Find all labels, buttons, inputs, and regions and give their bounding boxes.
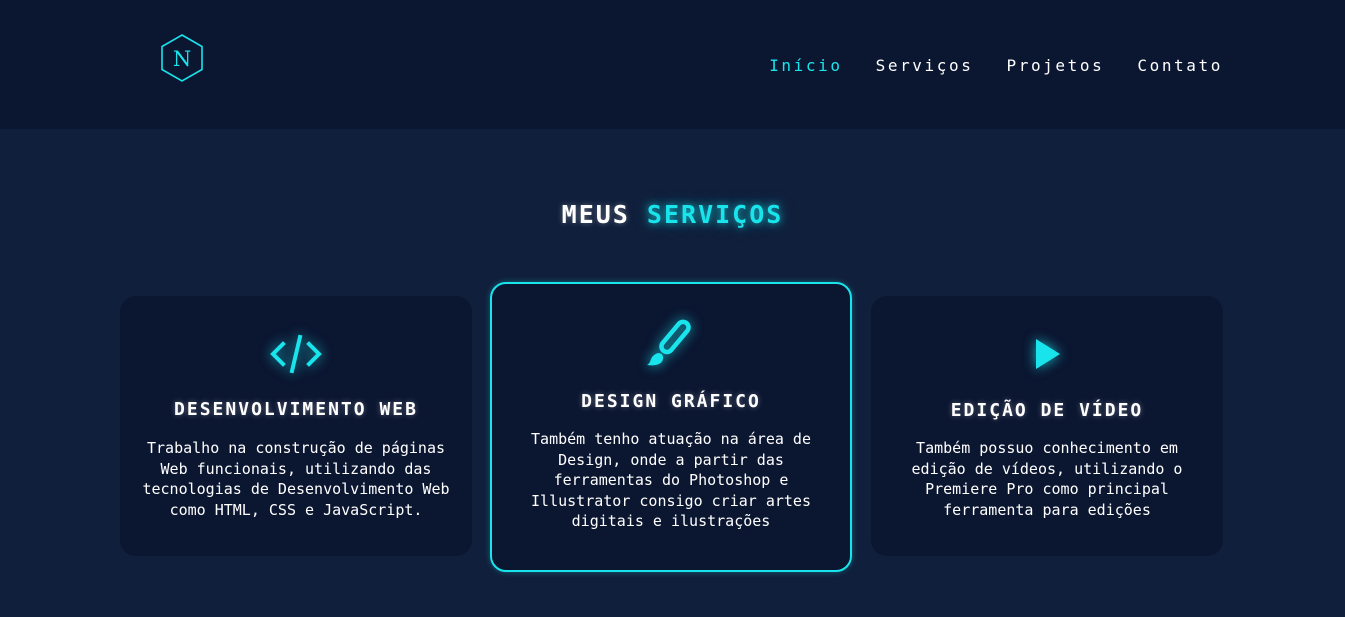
service-card-video[interactable]: Edição de Vídeo Também possuo conhecimen… [871, 296, 1223, 556]
service-card-web[interactable]: Desenvolvimento Web Trabalho na construç… [120, 296, 472, 556]
logo-letter: N [173, 47, 191, 71]
nav-link-inicio[interactable]: Início [769, 56, 842, 75]
code-icon [269, 334, 323, 378]
service-title: Desenvolvimento Web [174, 399, 418, 420]
service-card-design[interactable]: Design Gráfico Também tenho atuação na á… [490, 282, 852, 572]
service-description: Também possuo conhecimento em edição de … [911, 439, 1183, 519]
nav-link-contato[interactable]: Contato [1137, 56, 1223, 75]
logo[interactable]: N [158, 33, 206, 83]
service-description: Também tenho atuação na área de Design, … [531, 430, 811, 530]
main-nav: Início Serviços Projetos Contato [769, 56, 1223, 75]
paintbrush-icon [645, 318, 697, 374]
hexagon-logo-icon: N [161, 34, 203, 82]
nav-link-projetos[interactable]: Projetos [1006, 56, 1104, 75]
play-icon [1030, 336, 1064, 376]
service-description: Trabalho na construção de páginas Web fu… [142, 439, 450, 519]
nav-link-servicos[interactable]: Serviços [876, 56, 974, 75]
service-title: Design Gráfico [581, 391, 761, 412]
section-title-plain: Meus [561, 200, 630, 229]
site-header: N Início Serviços Projetos Contato [0, 0, 1345, 129]
section-title: Meus Serviços [0, 200, 1345, 229]
service-title: Edição de Vídeo [950, 400, 1144, 421]
section-title-accent: Serviços [646, 200, 784, 229]
